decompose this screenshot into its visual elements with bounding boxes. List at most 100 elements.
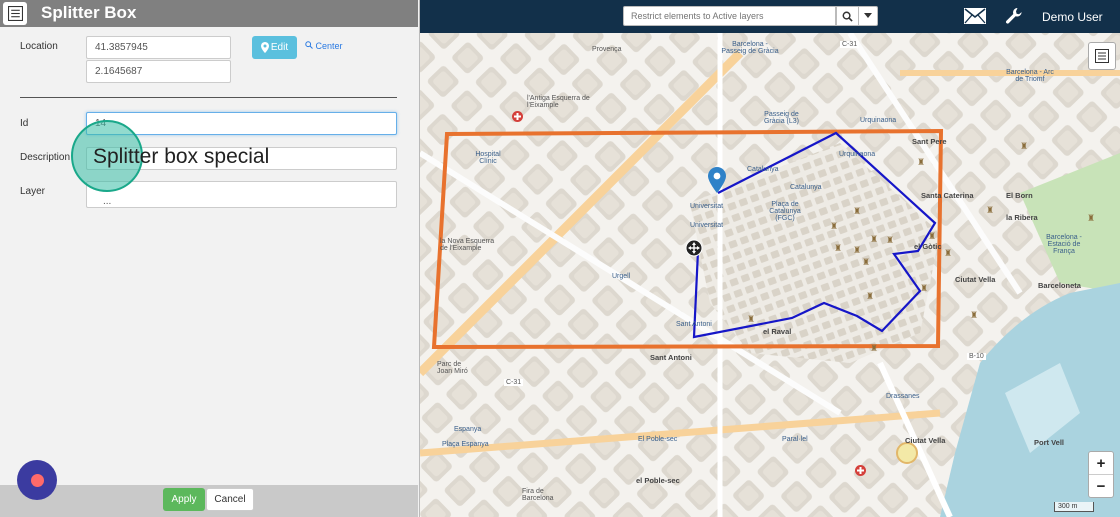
map-label-ribera: la Ribera	[1006, 213, 1038, 222]
list-icon	[1095, 49, 1109, 63]
map-label-poble-sec-station: El Poble-sec	[638, 436, 678, 443]
search-button[interactable]	[836, 6, 859, 26]
map-label-hospital: Hospital Clínic	[475, 151, 501, 165]
panel-title: Splitter Box	[41, 3, 137, 22]
landmark-icon: ♜	[870, 234, 879, 244]
map-label-universitat: Universitat	[690, 203, 724, 210]
map-label-sant-pere: Sant Pere	[912, 137, 947, 146]
landmark-icon: ♜	[853, 206, 862, 216]
map-label-arc-triomf: Barcelona - Arc de Triomf	[1006, 69, 1054, 83]
map-view[interactable]: Provença Barcelona - Passeig de Gràcia l…	[420, 33, 1120, 517]
layer-search-input[interactable]	[623, 6, 836, 26]
landmark-icon: ♜	[944, 248, 953, 258]
map-label-universitat-2: Universitat	[690, 222, 724, 229]
longitude-input[interactable]: 2.1645687	[86, 60, 231, 83]
panel-toggle-button[interactable]	[3, 2, 27, 25]
landmark-icon: ♜	[834, 243, 843, 253]
center-label: Center	[315, 41, 343, 51]
landmark-icon: ♜	[920, 283, 929, 293]
landmark-icon: ♜	[1087, 213, 1096, 223]
map-label-catalunya-2: Catalunya	[790, 184, 822, 191]
location-pin-icon[interactable]	[708, 167, 726, 193]
edit-label: Edit	[270, 42, 289, 53]
landmark-icon: ♜	[917, 157, 926, 167]
map-label-drassanes: Drassanes	[886, 393, 920, 400]
landmark-icon: ♜	[1020, 141, 1029, 151]
landmark-icon: ♜	[853, 245, 862, 255]
id-label: Id	[20, 118, 29, 129]
map-label-catalunya: Catalunya	[747, 166, 779, 173]
map-label-c31-west: C-31	[504, 379, 524, 386]
map-label-antiga: l'Antiga Esquerra de l'Eixample	[527, 95, 590, 109]
map-label-sant-antoni-district: Sant Antoni	[650, 353, 692, 362]
caret-down-icon	[864, 13, 872, 18]
map-label-fira: Fira de Barcelona	[522, 488, 554, 502]
map-label-placa-catalunya: Plaça de Catalunya (FGC)	[769, 201, 801, 222]
landmark-icon: ♜	[862, 257, 871, 267]
map-tiles	[420, 33, 1120, 517]
landmark-icon: ♜	[928, 231, 937, 241]
record-button[interactable]	[17, 460, 57, 500]
zoom-in-button[interactable]: +	[1089, 452, 1113, 474]
description-text: Splitter box special	[93, 145, 270, 168]
map-label-sant-antoni: Sant Antoni	[676, 321, 712, 328]
hospital-icon	[512, 111, 523, 122]
map-label-c31: C-31	[840, 41, 860, 48]
map-label-urgell: Urgell	[612, 273, 631, 280]
search-icon	[842, 11, 853, 22]
latitude-input[interactable]: 41.3857945	[86, 36, 231, 59]
map-label-urquinaona-2: Urquinaona	[839, 151, 876, 158]
panel-header: Splitter Box	[0, 0, 418, 27]
map-label-estacio-franca: Barcelona - Estació de França	[1046, 234, 1082, 255]
map-label-espanya: Espanya	[454, 426, 482, 433]
map-label-urquinaona: Urquinaona	[860, 117, 897, 124]
zoom-control: + −	[1088, 451, 1114, 498]
landmark-icon: ♜	[986, 205, 995, 215]
splitter-box-panel: Splitter Box Location 41.3857945 2.16456…	[0, 0, 420, 517]
map-label-poble-sec: el Poble-sec	[636, 476, 680, 485]
layer-switcher-button[interactable]	[1088, 42, 1116, 70]
map-label-placa-espanya: Plaça Espanya	[442, 441, 489, 448]
location-label: Location	[20, 41, 58, 52]
map-label-born: El Born	[1006, 191, 1033, 200]
map-label-barceloneta: Barceloneta	[1038, 281, 1081, 290]
user-menu[interactable]: Demo User	[1042, 10, 1103, 24]
search-dropdown-toggle[interactable]	[858, 6, 878, 26]
center-map-link[interactable]: Center	[305, 41, 343, 51]
cancel-button[interactable]: Cancel	[206, 488, 254, 511]
zoom-icon	[305, 41, 313, 49]
map-label-gotic: el Gòtic	[914, 242, 942, 251]
landmark-icon: ♜	[866, 291, 875, 301]
mail-icon[interactable]	[964, 8, 986, 24]
hospital-icon	[855, 465, 866, 476]
move-handle-icon[interactable]	[685, 239, 703, 257]
map-label-ciutat-vella-2: Ciutat Vella	[905, 436, 946, 445]
layer-label: Layer	[20, 186, 46, 197]
map-label-provenca: Provença	[592, 46, 622, 53]
wrench-icon[interactable]	[1005, 7, 1023, 25]
scale-bar: 300 m	[1054, 502, 1094, 512]
landmark-icon: ♜	[970, 310, 979, 320]
landmark-icon: ♜	[870, 343, 879, 353]
map-label-b10: B-10	[967, 353, 986, 360]
apply-button[interactable]: Apply	[163, 488, 205, 511]
divider	[20, 97, 397, 98]
map-label-port-vell: Port Vell	[1034, 438, 1065, 447]
map-marker-icon	[260, 42, 269, 53]
map-label-passeig-gracia-station: Barcelona - Passeig de Gràcia	[721, 41, 779, 55]
map-label-santa-caterina: Santa Caterina	[921, 191, 974, 200]
record-dot-icon	[30, 473, 44, 487]
map-label-ciutat-vella: Ciutat Vella	[955, 275, 996, 284]
landmark-icon: ♜	[830, 221, 839, 231]
layer-select[interactable]: ...	[86, 181, 397, 208]
map-label-nova-esquerra: la Nova Esquerra de l'Eixample	[440, 238, 495, 252]
map-label-parc-joan-miro: Parc de Joan Miró	[437, 361, 468, 375]
zoom-out-button[interactable]: −	[1089, 474, 1113, 497]
list-icon	[7, 6, 23, 21]
map-label-el-raval: el Raval	[763, 327, 792, 336]
description-label: Description	[20, 152, 71, 163]
map-label-paral-lel: Paral·lel	[782, 436, 808, 443]
landmark-icon: ♜	[747, 314, 756, 324]
landmark-icon: ♜	[886, 235, 895, 245]
edit-location-button[interactable]: Edit	[252, 36, 297, 59]
